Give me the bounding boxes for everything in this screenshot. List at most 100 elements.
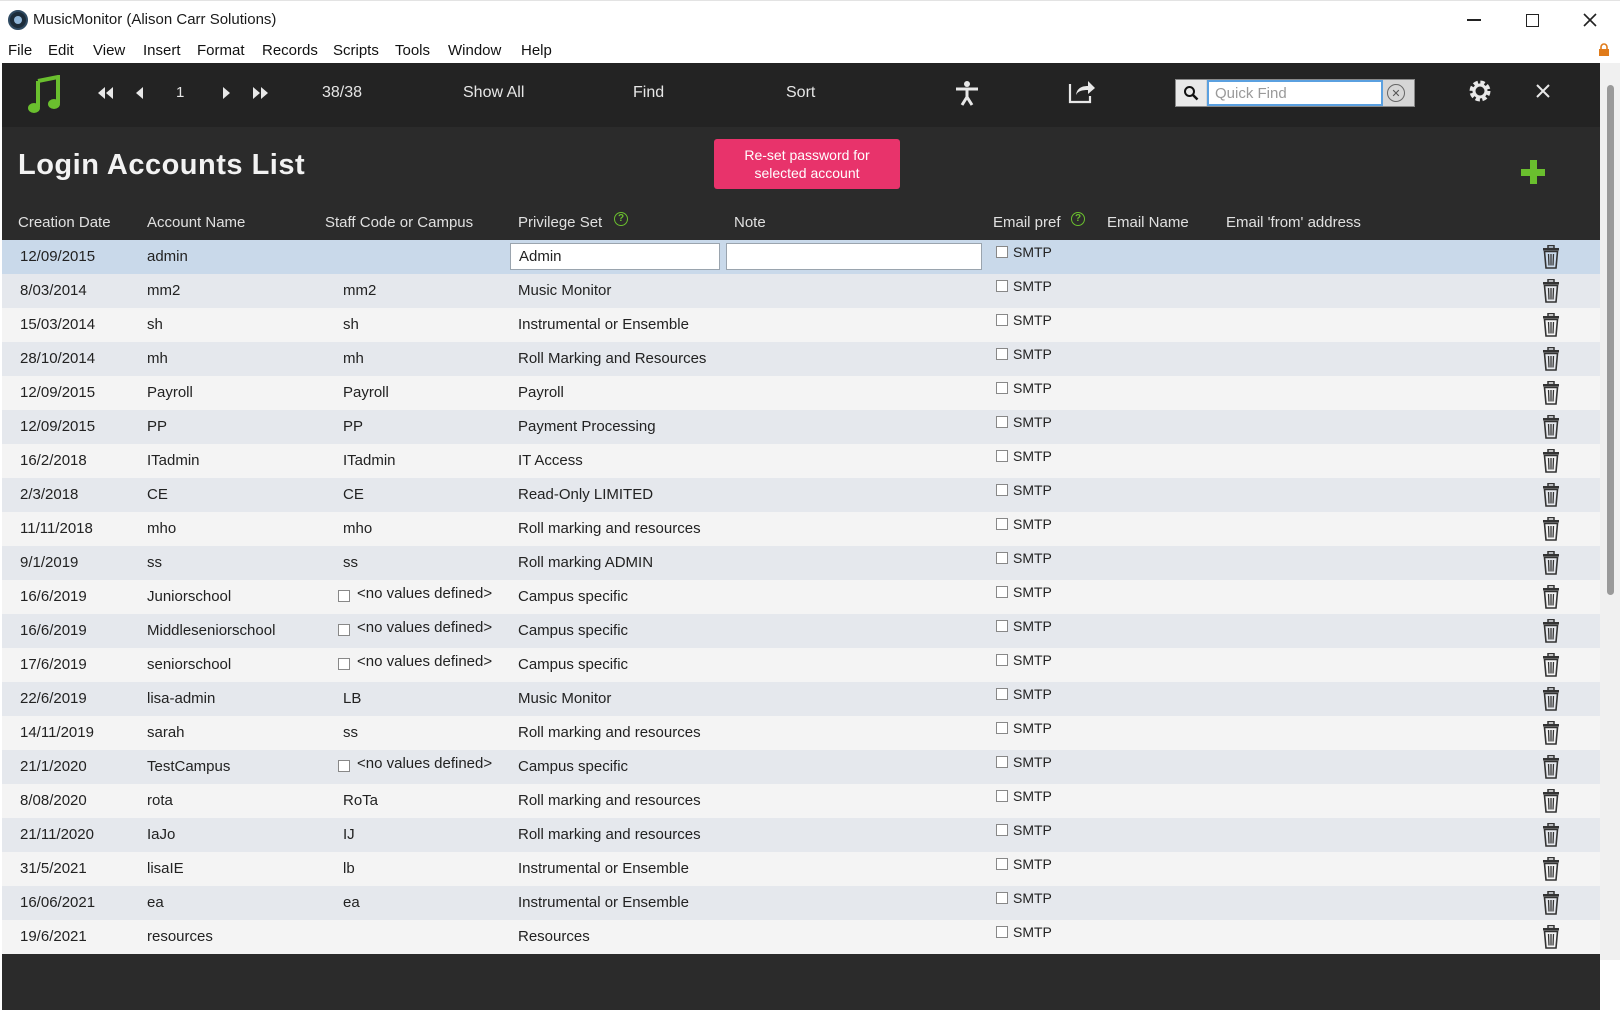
account-name[interactable]: mh [147,350,168,367]
creation-date[interactable]: 19/6/2021 [20,928,87,945]
staff-code[interactable]: Payroll [343,384,389,401]
account-name[interactable]: TestCampus [147,758,230,775]
column-header-privilege-set[interactable]: Privilege Set [518,214,602,231]
creation-date[interactable]: 21/1/2020 [20,758,87,775]
staff-code[interactable]: RoTa [343,792,378,809]
table-row[interactable]: 21/1/2020 TestCampus <no values defined> Ca… [2,750,1600,784]
previous-record-icon[interactable] [134,85,144,101]
table-row[interactable]: 15/03/2014 sh sh Instrumental or Ensemble SM… [2,308,1600,342]
vertical-scrollbar[interactable] [1600,63,1620,960]
account-name[interactable]: mm2 [147,282,180,299]
email-pref-checkbox[interactable] [996,416,1008,428]
staff-code[interactable]: sh [343,316,359,333]
privilege-set[interactable]: Music Monitor [518,282,611,299]
table-row[interactable]: 11/11/2018 mho mho Roll marking and resourc… [2,512,1600,546]
table-row[interactable]: 12/09/2015 Payroll Payroll Payroll SMTP [2,376,1600,410]
email-pref-checkbox[interactable] [996,722,1008,734]
account-name[interactable]: ITadmin [147,452,200,469]
table-row[interactable]: 8/03/2014 mm2 mm2 Music Monitor SMTP [2,274,1600,308]
creation-date[interactable]: 9/1/2019 [20,554,78,571]
quick-find-input[interactable] [1207,80,1383,106]
email-pref-checkbox[interactable] [996,280,1008,292]
accessibility-icon[interactable] [954,79,980,107]
table-row[interactable]: 28/10/2014 mh mh Roll Marking and Resources… [2,342,1600,376]
creation-date[interactable]: 14/11/2019 [20,724,94,741]
column-header-note[interactable]: Note [734,214,766,231]
table-row[interactable]: 12/09/2015 PP PP Payment Processing SMTP [2,410,1600,444]
staff-code[interactable]: IJ [343,826,355,843]
email-pref-checkbox[interactable] [996,688,1008,700]
staff-code[interactable]: ITadmin [343,452,396,469]
share-icon[interactable] [1068,78,1096,104]
account-name[interactable]: sarah [147,724,185,741]
note-field[interactable] [726,243,982,270]
privilege-set[interactable]: Roll marking and resources [518,520,701,537]
lock-icon[interactable] [1598,43,1610,57]
trash-icon[interactable] [1541,822,1561,847]
show-all-button[interactable]: Show All [463,84,524,102]
privilege-set[interactable]: Payroll [518,384,564,401]
trash-icon[interactable] [1541,414,1561,439]
table-row[interactable]: 17/6/2019 seniorschool <no values defined>… [2,648,1600,682]
column-header-email-name[interactable]: Email Name [1107,214,1189,231]
creation-date[interactable]: 8/08/2020 [20,792,87,809]
staff-code[interactable]: mh [343,350,364,367]
table-row[interactable]: 19/6/2021 resources Resources SMTP [2,920,1600,954]
trash-icon[interactable] [1541,584,1561,609]
privilege-set[interactable]: Instrumental or Ensemble [518,860,689,877]
staff-campus-checkbox[interactable] [338,760,350,772]
privilege-set[interactable]: Roll marking and resources [518,724,701,741]
staff-code[interactable]: <no values defined> [357,619,492,636]
account-name[interactable]: Juniorschool [147,588,231,605]
clear-icon[interactable]: ✕ [1387,84,1405,102]
quick-find-search-button[interactable] [1176,80,1206,106]
table-row[interactable]: 16/2/2018 ITadmin ITadmin IT Access SMTP [2,444,1600,478]
privilege-set[interactable]: Instrumental or Ensemble [518,316,689,333]
menu-format[interactable]: Format [197,42,245,59]
staff-campus-checkbox[interactable] [338,658,350,670]
creation-date[interactable]: 8/03/2014 [20,282,87,299]
sort-button[interactable]: Sort [786,84,815,102]
trash-icon[interactable] [1541,924,1561,949]
email-pref-checkbox[interactable] [996,756,1008,768]
privilege-set[interactable]: Instrumental or Ensemble [518,894,689,911]
trash-icon[interactable] [1541,788,1561,813]
trash-icon[interactable] [1541,754,1561,779]
minimize-button[interactable] [1454,7,1494,33]
table-row[interactable]: 2/3/2018 CE CE Read-Only LIMITED SMTP [2,478,1600,512]
table-row[interactable]: 22/6/2019 lisa-admin LB Music Monitor SMTP [2,682,1600,716]
menu-file[interactable]: File [8,42,32,59]
table-row[interactable]: 16/06/2021 ea ea Instrumental or Ensemble SM… [2,886,1600,920]
account-name[interactable]: ea [147,894,164,911]
table-row[interactable]: 16/6/2019 Juniorschool <no values defined>… [2,580,1600,614]
creation-date[interactable]: 16/06/2021 [20,894,95,911]
email-pref-help-icon[interactable]: ? [1071,212,1085,226]
privilege-set[interactable]: Campus specific [518,656,628,673]
reset-password-button[interactable]: Re-set password for selected account [714,139,900,189]
account-name[interactable]: rota [147,792,173,809]
staff-code[interactable]: LB [343,690,361,707]
email-pref-checkbox[interactable] [996,382,1008,394]
email-pref-checkbox[interactable] [996,926,1008,938]
privilege-set[interactable]: Campus specific [518,758,628,775]
email-pref-checkbox[interactable] [996,586,1008,598]
creation-date[interactable]: 22/6/2019 [20,690,87,707]
email-pref-checkbox[interactable] [996,348,1008,360]
staff-code[interactable]: ss [343,724,358,741]
privilege-set[interactable]: Roll Marking and Resources [518,350,706,367]
privilege-set[interactable]: Roll marking ADMIN [518,554,653,571]
creation-date[interactable]: 12/09/2015 [20,248,95,265]
trash-icon[interactable] [1541,516,1561,541]
staff-code[interactable]: <no values defined> [357,585,492,602]
creation-date[interactable]: 12/09/2015 [20,418,95,435]
privilege-set[interactable]: Read-Only LIMITED [518,486,653,503]
trash-icon[interactable] [1541,312,1561,337]
menu-records[interactable]: Records [262,42,318,59]
trash-icon[interactable] [1541,720,1561,745]
staff-code[interactable]: ss [343,554,358,571]
creation-date[interactable]: 16/6/2019 [20,588,87,605]
creation-date[interactable]: 31/5/2021 [20,860,87,877]
creation-date[interactable]: 28/10/2014 [20,350,95,367]
email-pref-checkbox[interactable] [996,892,1008,904]
email-pref-checkbox[interactable] [996,484,1008,496]
